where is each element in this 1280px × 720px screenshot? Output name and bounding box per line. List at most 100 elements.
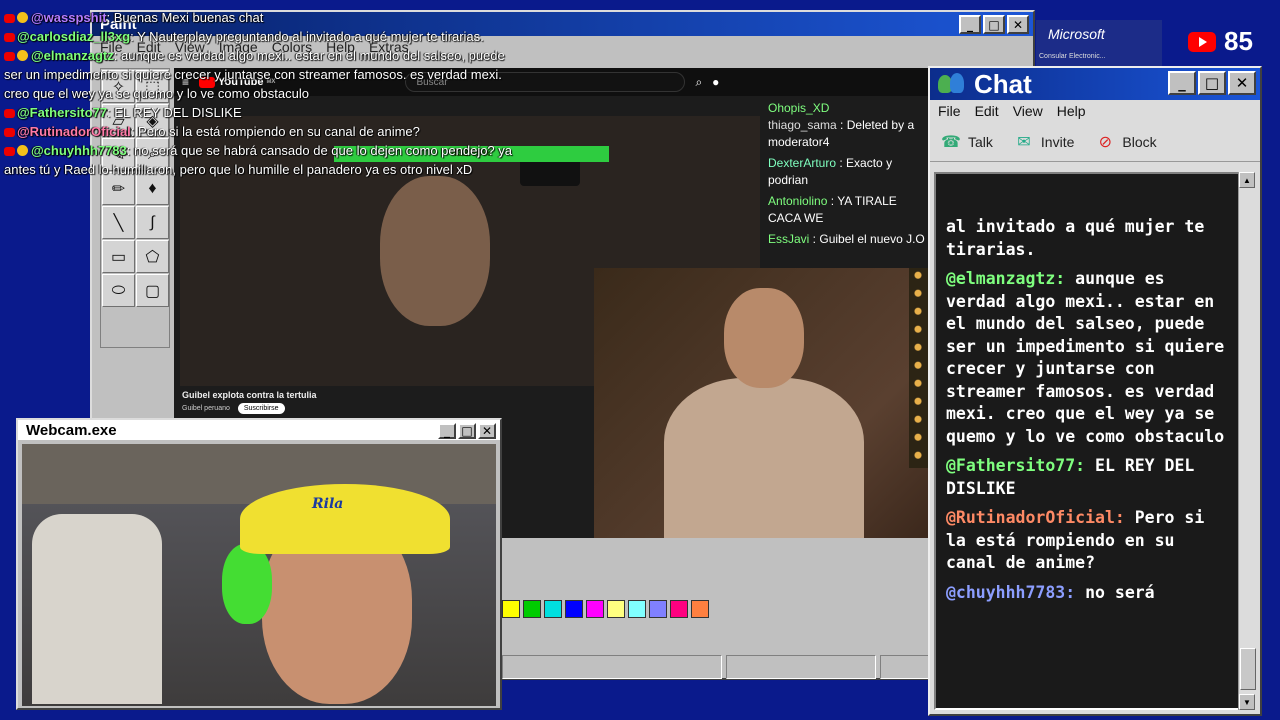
maximize-button[interactable]: □: [458, 423, 476, 439]
badge-icon: [4, 109, 15, 118]
color-swatch[interactable]: [628, 600, 646, 618]
chat-menubar: File Edit View Help: [930, 100, 1260, 122]
chat-user: @carlosdiaz_ll3xg: [17, 29, 131, 44]
youtube-icon: [1188, 31, 1216, 52]
chat-message: @chuyhhh7783: no será: [946, 582, 1234, 605]
ellipse-icon[interactable]: ⬭: [102, 274, 135, 307]
chat-title: Chat: [974, 68, 1032, 99]
webcam-feed: Rila: [22, 444, 496, 706]
microsoft-widget: Microsoft Consular Electronic...: [1036, 20, 1162, 68]
overlay-chat: @wasspshit: Buenas Mexi buenas chat @car…: [0, 8, 520, 179]
scroll-down-icon[interactable]: ▼: [1239, 694, 1255, 710]
chair: [32, 514, 162, 704]
color-swatch[interactable]: [649, 600, 667, 618]
invite-button[interactable]: ✉ Invite: [1013, 132, 1074, 152]
status-cell: [502, 655, 722, 679]
status-cell: [880, 655, 930, 679]
color-swatch[interactable]: [607, 600, 625, 618]
chat-message: @Fathersito77: EL REY DEL DISLIKE: [946, 455, 1234, 500]
chat-window: Chat _ □ ✕ File Edit View Help ☎ Talk ✉ …: [928, 66, 1262, 716]
chat-user: Ohopis_XD: [768, 101, 830, 115]
block-button[interactable]: ⊘ Block: [1094, 132, 1157, 152]
scroll-up-icon[interactable]: ▲: [1239, 172, 1255, 188]
badge-icon: [4, 52, 15, 61]
overlay-chat-line: @wasspshit: Buenas Mexi buenas chat: [0, 8, 520, 27]
chat-text: no será: [1085, 582, 1155, 602]
invite-label: Invite: [1040, 133, 1075, 150]
rounded-rect-icon[interactable]: ▢: [136, 274, 169, 307]
color-swatch[interactable]: [691, 600, 709, 618]
chat-text: al invitado a qué mujer te tirarias.: [946, 217, 1205, 259]
badge-icon: [4, 33, 15, 42]
chat-titlebar[interactable]: Chat _ □ ✕: [930, 68, 1260, 100]
guest-head: [724, 288, 804, 388]
menu-view[interactable]: View: [1013, 103, 1043, 119]
chat-line: Antoniolino : YA TIRALE CACA WE: [768, 194, 897, 225]
stream-chat-panel: Ohopis_XD thiago_sama : Deleted by a mod…: [764, 96, 929, 296]
chat-user: @Fathersito77:: [946, 456, 1086, 475]
subscribe-button[interactable]: Suscribirse: [237, 403, 285, 414]
chat-text: Y Nauterplay preguntando al invitado a q…: [137, 29, 484, 44]
chat-message: @RutinadorOficial: Pero si la está rompi…: [946, 507, 1234, 575]
color-swatch[interactable]: [565, 600, 583, 618]
guest-body: [664, 378, 864, 538]
color-swatch[interactable]: [670, 600, 688, 618]
color-swatch[interactable]: [523, 600, 541, 618]
chat-user: @RutinadorOficial: [17, 124, 131, 139]
search-icon[interactable]: ⌕: [695, 75, 702, 90]
chat-line: Ohopis_XD: [768, 100, 925, 117]
chat-user: @elmanzagtz:: [946, 269, 1066, 288]
chat-user: @wasspshit: [31, 10, 107, 25]
youtube-viewer-counter: 85: [1188, 26, 1253, 57]
scroll-thumb[interactable]: [1240, 648, 1256, 690]
chat-text: Pero si la está rompiendo en su canal de…: [138, 124, 420, 139]
color-swatch[interactable]: [544, 600, 562, 618]
mic-icon[interactable]: ●: [712, 75, 719, 89]
menu-help[interactable]: Help: [1057, 103, 1086, 119]
color-swatch[interactable]: [502, 600, 520, 618]
chat-scrollbar[interactable]: ▲ ▼: [1238, 172, 1256, 710]
chat-user: EssJavi: [768, 232, 810, 246]
chat-message: al invitado a qué mujer te tirarias.: [946, 216, 1234, 261]
close-button[interactable]: ✕: [1007, 15, 1029, 34]
badge-icon: [17, 12, 28, 23]
webcam-title: Webcam.exe: [26, 421, 117, 439]
webcam-titlebar[interactable]: Webcam.exe _ □ ✕: [18, 420, 500, 440]
minimize-button[interactable]: _: [959, 15, 981, 34]
chat-user: Antoniolino: [768, 194, 828, 208]
overlay-chat-line: @chuyhhh7783: no será que se habrá cansa…: [4, 143, 513, 177]
rectangle-icon[interactable]: ▭: [102, 240, 135, 273]
microsoft-logo: Microsoft: [1048, 26, 1105, 42]
overlay-chat-line: @carlosdiaz_ll3xg: Y Nauterplay pregunta…: [0, 27, 520, 46]
chat-user: thiago_sama: [768, 118, 837, 132]
talk-icon: ☎: [941, 133, 961, 151]
curve-icon[interactable]: ∫: [136, 206, 169, 239]
chat-user: @elmanzagtz: [31, 48, 114, 63]
menu-edit[interactable]: Edit: [975, 103, 999, 119]
chat-user: @chuyhhh7783: [31, 143, 127, 158]
polygon-icon[interactable]: ⬠: [136, 240, 169, 273]
yellow-cap: [240, 484, 450, 554]
talk-button[interactable]: ☎ Talk: [940, 132, 993, 152]
chat-message: @elmanzagtz: aunque es verdad algo mexi.…: [946, 268, 1234, 448]
maximize-button[interactable]: □: [983, 15, 1005, 34]
chat-text: Buenas Mexi buenas chat: [113, 10, 264, 25]
line-icon[interactable]: ╲: [102, 206, 135, 239]
headphone-icon: [222, 544, 272, 624]
color-palette: [502, 600, 709, 618]
chat-line: thiago_sama : Deleted by a moderator4: [768, 118, 915, 149]
close-button[interactable]: ✕: [1228, 71, 1256, 95]
webcam-window: Webcam.exe _ □ ✕ Rila: [16, 418, 502, 710]
chat-user: @Fathersito77: [17, 105, 107, 120]
minimize-button[interactable]: _: [1168, 71, 1196, 95]
chat-text: Guibel el nuevo J.O: [819, 232, 925, 246]
chat-user: @chuyhhh7783:: [946, 582, 1076, 602]
close-button[interactable]: ✕: [478, 423, 496, 439]
maximize-button[interactable]: □: [1198, 71, 1226, 95]
badge-icon: [4, 14, 15, 23]
color-swatch[interactable]: [586, 600, 604, 618]
minimize-button[interactable]: _: [438, 423, 456, 439]
menu-file[interactable]: File: [938, 103, 961, 119]
channel-name[interactable]: Guibel peruano: [182, 405, 230, 412]
video-title[interactable]: Guibel explota contra la tertulia: [182, 390, 317, 400]
